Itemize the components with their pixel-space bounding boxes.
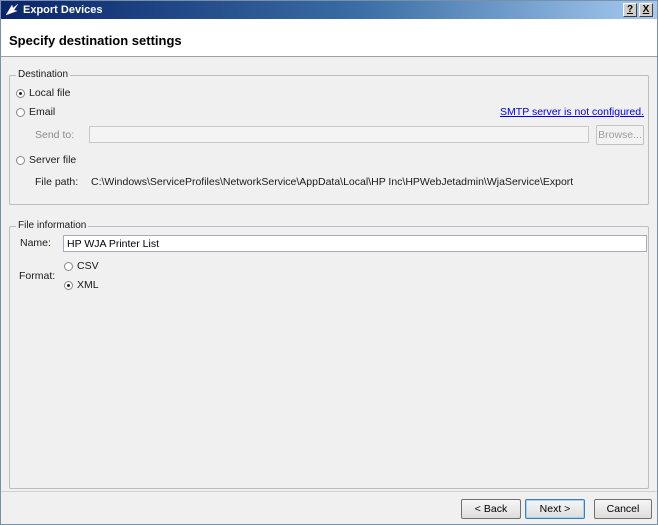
radio-unchecked-icon [16, 155, 25, 165]
file-information-group: File information Name: Format: CSV XML [9, 220, 649, 489]
xml-radio[interactable]: XML [64, 279, 99, 291]
next-button[interactable]: Next > [525, 499, 585, 519]
format-label: Format: [19, 270, 56, 282]
radio-checked-icon [64, 280, 73, 290]
help-button[interactable]: ? [623, 3, 637, 17]
local-file-radio[interactable]: Local file [16, 87, 70, 99]
file-path-label: File path: [35, 176, 79, 188]
smtp-config-link[interactable]: SMTP server is not configured. [500, 106, 644, 118]
destination-group: Destination Local file Email SMTP server… [9, 69, 649, 205]
back-button[interactable]: < Back [461, 499, 521, 519]
send-to-field[interactable] [89, 126, 589, 143]
title-bar[interactable]: Export Devices ? X [1, 1, 657, 19]
destination-legend: Destination [16, 69, 71, 80]
csv-label: CSV [77, 260, 99, 272]
export-devices-dialog: Export Devices ? X Specify destination s… [0, 0, 658, 525]
window-title: Export Devices [23, 4, 103, 16]
csv-radio[interactable]: CSV [64, 260, 99, 272]
email-radio[interactable]: Email [16, 106, 55, 118]
server-file-label: Server file [29, 154, 77, 166]
page-title: Specify destination settings [9, 33, 182, 48]
name-label: Name: [20, 237, 51, 249]
file-information-legend: File information [16, 220, 89, 231]
radio-unchecked-icon [64, 261, 73, 271]
close-button[interactable]: X [639, 3, 653, 17]
local-file-label: Local file [29, 87, 71, 99]
radio-unchecked-icon [16, 107, 25, 117]
name-field[interactable] [63, 235, 647, 252]
send-to-label: Send to: [35, 129, 75, 141]
footer-divider [1, 491, 657, 492]
file-path-value: C:\Windows\ServiceProfiles\NetworkServic… [91, 176, 574, 188]
radio-checked-icon [16, 88, 25, 98]
cancel-button[interactable]: Cancel [594, 499, 652, 519]
page-header: Specify destination settings [1, 19, 657, 57]
email-label: Email [29, 106, 56, 118]
xml-label: XML [77, 279, 99, 291]
browse-button[interactable]: Browse... [596, 125, 644, 145]
server-file-radio[interactable]: Server file [16, 154, 76, 166]
export-arrow-icon [5, 3, 19, 16]
